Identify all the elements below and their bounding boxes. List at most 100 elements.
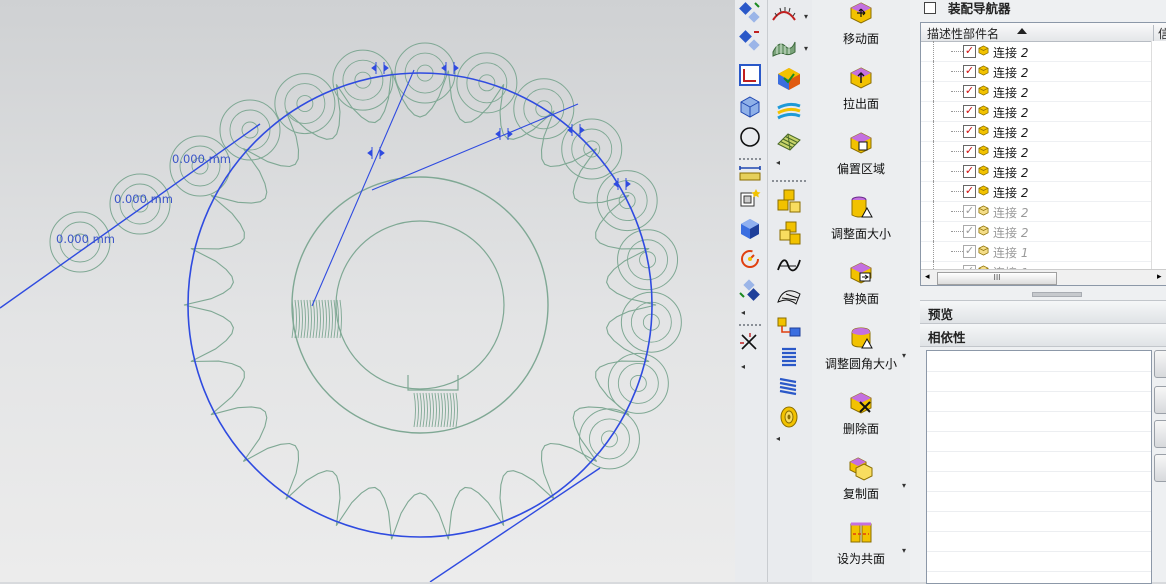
preview-section-header[interactable]: 预览	[920, 300, 1166, 324]
add-component-icon[interactable]	[737, 186, 763, 212]
tree-vertical-scrollbar[interactable]	[1151, 41, 1166, 269]
visibility-checkbox[interactable]: ✓	[963, 65, 976, 78]
component-cube-icon	[978, 185, 989, 196]
tree-row[interactable]: ✓ 连接 2	[921, 201, 1151, 222]
thread-hatch-upper	[291, 299, 342, 339]
constraint-symbol	[441, 62, 459, 74]
visibility-checkbox[interactable]: ✓	[963, 245, 976, 258]
dimension-label-2[interactable]: 0.000 mm	[114, 192, 173, 206]
coil-icon[interactable]	[776, 404, 802, 430]
snap-point-icon[interactable]	[737, 0, 763, 26]
visibility-checkbox[interactable]: ✓	[963, 165, 976, 178]
tree-row[interactable]: ✓ 连接 2	[921, 221, 1151, 242]
visibility-checkbox[interactable]: ✓	[963, 45, 976, 58]
tree-row[interactable]: ✓ 连接 2	[921, 61, 1151, 82]
tree-horizontal-scrollbar[interactable]: ◂ III ▸	[921, 269, 1166, 285]
snap-point-2-icon[interactable]	[737, 28, 763, 54]
dimension-label-1[interactable]: 0.000 mm	[172, 152, 231, 166]
column-header-info[interactable]: 信	[1153, 25, 1166, 41]
replace-face-button[interactable]: 替换面	[812, 260, 910, 318]
tree-row[interactable]: ✓ 连接 2	[921, 81, 1151, 102]
assembly-tree[interactable]: 描述性部件名 信 ✓连接 2✓连接 2✓连接 2✓连接 2✓连接 2✓连接 2✓…	[920, 22, 1166, 286]
tree-row[interactable]: ✓ 连接 2	[921, 161, 1151, 182]
constraint-icon[interactable]	[776, 314, 802, 340]
rotate-icon[interactable]	[737, 246, 763, 272]
constraint-line-1	[311, 69, 415, 307]
visibility-checkbox[interactable]: ✓	[963, 205, 976, 218]
dependency-section-header[interactable]: 相依性	[920, 323, 1166, 347]
dimension-label-3[interactable]: 0.000 mm	[56, 232, 115, 246]
show-hide-icon[interactable]	[737, 278, 763, 304]
lower-tangent-line	[429, 467, 601, 582]
component-name: 连接 2	[993, 226, 1029, 240]
resize-face-label: 调整面大小	[830, 227, 891, 241]
tree-row[interactable]: ✓ 连接 2	[921, 101, 1151, 122]
visibility-checkbox[interactable]: ✓	[963, 105, 976, 118]
component-name: 连接 2	[993, 206, 1029, 220]
navigator-title: 装配导航器	[948, 1, 1011, 16]
visibility-checkbox[interactable]: ✓	[963, 125, 976, 138]
make-coplanar-button[interactable]: 设为共面 ▾	[812, 520, 910, 578]
constraint-line-2	[371, 103, 579, 191]
draft-analysis-icon[interactable]	[776, 66, 802, 92]
tree-row[interactable]: ✓ 连接 1	[921, 241, 1151, 262]
replace-face-icon	[850, 262, 872, 284]
component-name: 连接 2	[993, 66, 1029, 80]
tree-row[interactable]: ✓ 连接 2	[921, 141, 1151, 162]
view-orient-icon[interactable]	[737, 94, 763, 120]
pull-face-icon	[850, 67, 872, 89]
bore-circle	[335, 220, 505, 390]
visibility-checkbox[interactable]: ✓	[963, 225, 976, 238]
dependency-button-2[interactable]	[1154, 386, 1166, 414]
component-cube-icon	[978, 125, 989, 136]
column-header-part-name[interactable]: 描述性部件名	[927, 25, 999, 42]
visibility-checkbox[interactable]: ✓	[963, 145, 976, 158]
solid-cube-icon[interactable]	[737, 216, 763, 242]
circle-icon[interactable]	[737, 124, 763, 150]
copy-face-button[interactable]: 复制面 ▾	[812, 455, 910, 513]
dependency-button-4[interactable]	[1154, 454, 1166, 482]
assembly-2-icon[interactable]	[776, 220, 802, 246]
scroll-left-icon[interactable]: ◂	[925, 272, 930, 282]
utility-toolbar: ◂ ◂	[735, 0, 768, 582]
spring-icon[interactable]	[776, 344, 802, 370]
navigator-pin-checkbox[interactable]	[924, 2, 936, 14]
surface-analysis-icon[interactable]	[771, 34, 797, 60]
make-coplanar-label: 设为共面	[836, 552, 885, 566]
scroll-thumb[interactable]: III	[937, 272, 1057, 285]
resize-blend-label: 调整圆角大小	[824, 357, 897, 371]
offset-region-button[interactable]: 偏置区域	[812, 130, 910, 188]
tree-row[interactable]: ✓ 连接 2	[921, 181, 1151, 202]
tree-row[interactable]: ✓ 连接 2	[921, 121, 1151, 142]
curve-tool-icon[interactable]	[776, 252, 802, 278]
dependency-list[interactable]	[926, 350, 1152, 584]
make-coplanar-dropdown-icon[interactable]: ▾	[902, 546, 906, 555]
pull-face-button[interactable]: 拉出面	[812, 65, 910, 123]
thread-hatch-lower	[413, 392, 458, 428]
visibility-checkbox[interactable]: ✓	[963, 185, 976, 198]
resize-blend-button[interactable]: 调整圆角大小 ▾	[812, 325, 910, 383]
copy-face-dropdown-icon[interactable]: ▾	[902, 481, 906, 490]
component-cube-icon	[978, 105, 989, 116]
close-x-icon[interactable]	[737, 330, 763, 356]
delete-face-button[interactable]: 删除面	[812, 390, 910, 448]
curve-analysis-icon[interactable]	[771, 0, 797, 26]
move-face-button[interactable]: 移动面	[812, 0, 910, 58]
measure-distance-icon[interactable]	[737, 162, 763, 188]
graphics-viewport[interactable]: 0.000 mm 0.000 mm 0.000 mm	[0, 0, 735, 582]
chain-sprocket-model[interactable]	[0, 0, 735, 582]
tree-row[interactable]: ✓ 连接 2	[921, 41, 1151, 62]
dependency-button-1[interactable]	[1154, 350, 1166, 378]
wcs-icon[interactable]	[737, 62, 763, 88]
mesh-icon[interactable]	[776, 128, 802, 154]
assembly-1-icon[interactable]	[776, 188, 802, 214]
resize-face-button[interactable]: 调整面大小	[812, 195, 910, 253]
visibility-checkbox[interactable]: ✓	[963, 85, 976, 98]
zebra-icon[interactable]	[776, 98, 802, 124]
spring-2-icon[interactable]	[776, 374, 802, 400]
scroll-right-icon[interactable]: ▸	[1157, 272, 1162, 282]
panel-splitter[interactable]	[910, 290, 1166, 298]
surface-tool-icon[interactable]	[776, 284, 802, 310]
dependency-button-3[interactable]	[1154, 420, 1166, 448]
resize-blend-dropdown-icon[interactable]: ▾	[902, 351, 906, 360]
